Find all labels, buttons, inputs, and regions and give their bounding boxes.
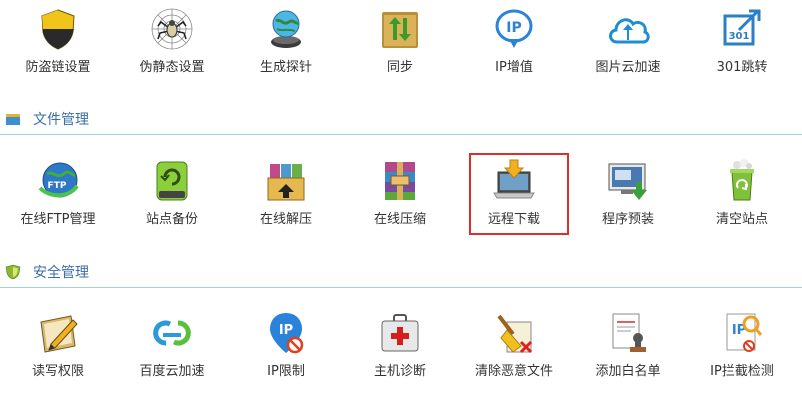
notebook-pen-icon — [40, 315, 78, 353]
ip-block-icon: IP — [270, 313, 304, 354]
spider-icon — [151, 8, 193, 50]
shield-icon — [41, 9, 75, 50]
ftp-globe-icon: FTP — [38, 162, 79, 198]
clear-site-tile[interactable]: 清空站点 — [694, 158, 790, 227]
ip-search-icon: IP — [726, 313, 763, 352]
tile-label: 程序预装 — [601, 212, 654, 227]
globe-probe-icon — [271, 10, 301, 48]
tile-label: 301跳转 — [716, 60, 768, 75]
host-diagnosis-tile[interactable]: 主机诊断 — [352, 310, 448, 379]
tile-label: 在线解压 — [259, 212, 312, 227]
selection-highlight — [469, 153, 569, 235]
tile-label: 伪静态设置 — [139, 60, 205, 75]
cloud-sync-icon — [153, 320, 191, 346]
tile-label: 图片云加速 — [595, 60, 661, 75]
online-ftp-tile[interactable]: FTP 在线FTP管理 — [10, 158, 106, 227]
tile-label: 百度云加速 — [139, 364, 205, 379]
generate-probe-tile[interactable]: 生成探针 — [238, 6, 334, 75]
redirect-301-icon: 301 — [723, 9, 761, 46]
tile-label: 清空站点 — [715, 212, 768, 227]
section-title: 文件管理 — [33, 112, 89, 128]
file-management-section-header: 文件管理 — [0, 103, 802, 135]
svg-text:IP: IP — [279, 323, 293, 338]
monitor-install-icon — [608, 163, 647, 200]
tile-label: 防盗链设置 — [25, 60, 91, 75]
archive-extract-icon — [267, 164, 305, 201]
online-extract-tile[interactable]: 在线解压 — [238, 158, 334, 227]
svg-text:301: 301 — [729, 31, 750, 42]
cloud-icon — [609, 18, 650, 44]
tile-label: 主机诊断 — [373, 364, 426, 379]
sync-folder-icon — [382, 12, 418, 48]
clean-malicious-files-tile[interactable]: 清除恶意文件 — [466, 310, 562, 379]
tile-label: 同步 — [386, 60, 413, 75]
baidu-cloud-accel-tile[interactable]: 百度云加速 — [124, 310, 220, 379]
first-aid-icon — [381, 314, 419, 352]
security-management-section-header: 安全管理 — [0, 256, 802, 288]
section-title: 安全管理 — [33, 265, 89, 281]
tile-label: 生成探针 — [259, 60, 312, 75]
ip-restriction-tile[interactable]: IP IP限制 — [238, 310, 334, 379]
ip-value-tile[interactable]: IP IP增值 — [466, 6, 562, 75]
hotlink-protection-tile[interactable]: 防盗链设置 — [10, 6, 106, 75]
folder-icon — [6, 114, 20, 125]
tool-row-2: FTP 在线FTP管理 站点备份 在线解压 在线压缩 远程下载 程序预装 清空站… — [0, 158, 802, 230]
archive-compress-icon — [385, 162, 415, 200]
tile-label: IP增值 — [495, 60, 533, 75]
tile-label: 读写权限 — [31, 364, 84, 379]
shield-badge-icon — [5, 264, 21, 280]
broom-clean-icon — [497, 314, 533, 354]
section-divider — [0, 134, 802, 135]
tile-label: IP限制 — [267, 364, 305, 379]
tile-label: IP拦截检测 — [710, 364, 774, 379]
tool-row-3: 读写权限 百度云加速 IP IP限制 主机诊断 清除恶意文件 添加白名单 IP … — [0, 310, 802, 382]
tool-row-1: 防盗链设置 伪静态设置 生成探针 同步 IP IP增值 图片云加速 301 30… — [0, 6, 802, 76]
add-whitelist-tile[interactable]: 添加白名单 — [580, 310, 676, 379]
svg-text:FTP: FTP — [48, 181, 67, 191]
image-cloud-accel-tile[interactable]: 图片云加速 — [580, 6, 676, 75]
read-write-permission-tile[interactable]: 读写权限 — [10, 310, 106, 379]
svg-text:IP: IP — [506, 20, 521, 36]
tile-label: 清除恶意文件 — [474, 364, 553, 379]
tile-label: 在线压缩 — [373, 212, 426, 227]
backup-drive-icon — [156, 161, 188, 201]
redirect-301-tile[interactable]: 301 301跳转 — [694, 6, 790, 75]
sync-tile[interactable]: 同步 — [352, 6, 448, 75]
recycle-bin-icon — [730, 159, 754, 201]
tile-label: 站点备份 — [145, 212, 198, 227]
ip-pin-icon: IP — [495, 9, 533, 48]
site-backup-tile[interactable]: 站点备份 — [124, 158, 220, 227]
certificate-stamp-icon — [612, 313, 646, 352]
section-divider — [0, 287, 802, 288]
pseudo-static-tile[interactable]: 伪静态设置 — [124, 6, 220, 75]
tile-label: 添加白名单 — [595, 364, 661, 379]
tile-label: 在线FTP管理 — [20, 212, 96, 227]
program-preinstall-tile[interactable]: 程序预装 — [580, 158, 676, 227]
ip-intercept-detect-tile[interactable]: IP IP拦截检测 — [694, 310, 790, 379]
online-compress-tile[interactable]: 在线压缩 — [352, 158, 448, 227]
